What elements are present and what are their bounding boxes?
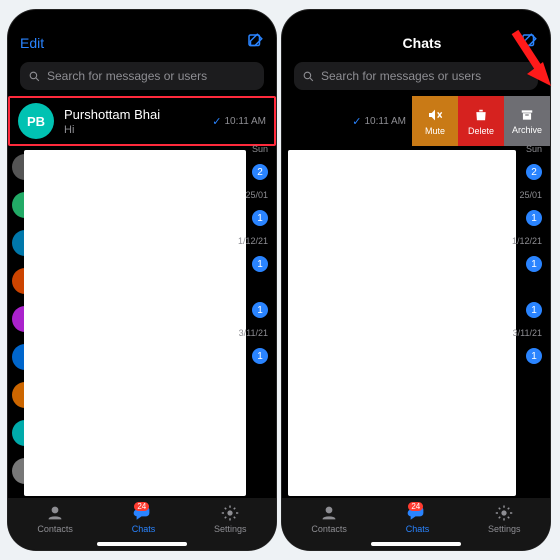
chat-row-swiped: ✓ 10:11 AM Mute Delete Archive: [282, 96, 550, 146]
edit-button[interactable]: Edit: [20, 35, 44, 51]
compose-icon[interactable]: [246, 32, 264, 55]
home-indicator: [97, 542, 187, 546]
chat-preview: Hi: [64, 124, 202, 136]
redaction-block: [24, 150, 246, 496]
search-placeholder: Search for messages or users: [321, 69, 481, 83]
chat-meta: ✓ 10:11 AM: [282, 96, 412, 146]
right-meta-column: Sun 2 25/01 1 1/12/21 1 . 1 3/11/21 1: [516, 140, 546, 496]
annotation-arrow: [507, 28, 551, 93]
archive-action[interactable]: Archive: [504, 96, 550, 146]
tab-contacts[interactable]: Contacts: [37, 504, 73, 534]
nav-title: Chats: [403, 35, 442, 51]
phone-screenshot-left: Edit Search for messages or users PB Pur…: [8, 10, 276, 550]
delete-action[interactable]: Delete: [458, 96, 504, 146]
tab-chats[interactable]: 24 Chats: [132, 504, 156, 534]
tab-chats[interactable]: 24 Chats: [406, 504, 430, 534]
tab-settings[interactable]: Settings: [214, 504, 247, 534]
right-meta-column: Sun 2 25/01 1 1/12/21 1 . 1 3/11/21 1: [242, 140, 272, 496]
read-check-icon: ✓: [212, 115, 221, 128]
search-placeholder: Search for messages or users: [47, 69, 207, 83]
chat-meta: ✓ 10:11 AM: [212, 115, 266, 128]
nav-bar: Edit: [8, 32, 276, 58]
status-bar: [8, 10, 276, 32]
chat-row-highlighted[interactable]: PB Purshottam Bhai Hi ✓ 10:11 AM: [8, 96, 276, 146]
search-input[interactable]: Search for messages or users: [294, 62, 538, 90]
redaction-block: [288, 150, 516, 496]
tab-contacts[interactable]: Contacts: [311, 504, 347, 534]
read-check-icon: ✓: [352, 115, 361, 128]
tab-settings[interactable]: Settings: [488, 504, 521, 534]
unread-count-badge: 24: [408, 502, 423, 511]
chat-name: Purshottam Bhai: [64, 107, 202, 122]
avatar: PB: [18, 103, 54, 139]
search-input[interactable]: Search for messages or users: [20, 62, 264, 90]
unread-count-badge: 24: [134, 502, 149, 511]
home-indicator: [371, 542, 461, 546]
nav-title-redacted: [130, 37, 160, 49]
mute-action[interactable]: Mute: [412, 96, 458, 146]
